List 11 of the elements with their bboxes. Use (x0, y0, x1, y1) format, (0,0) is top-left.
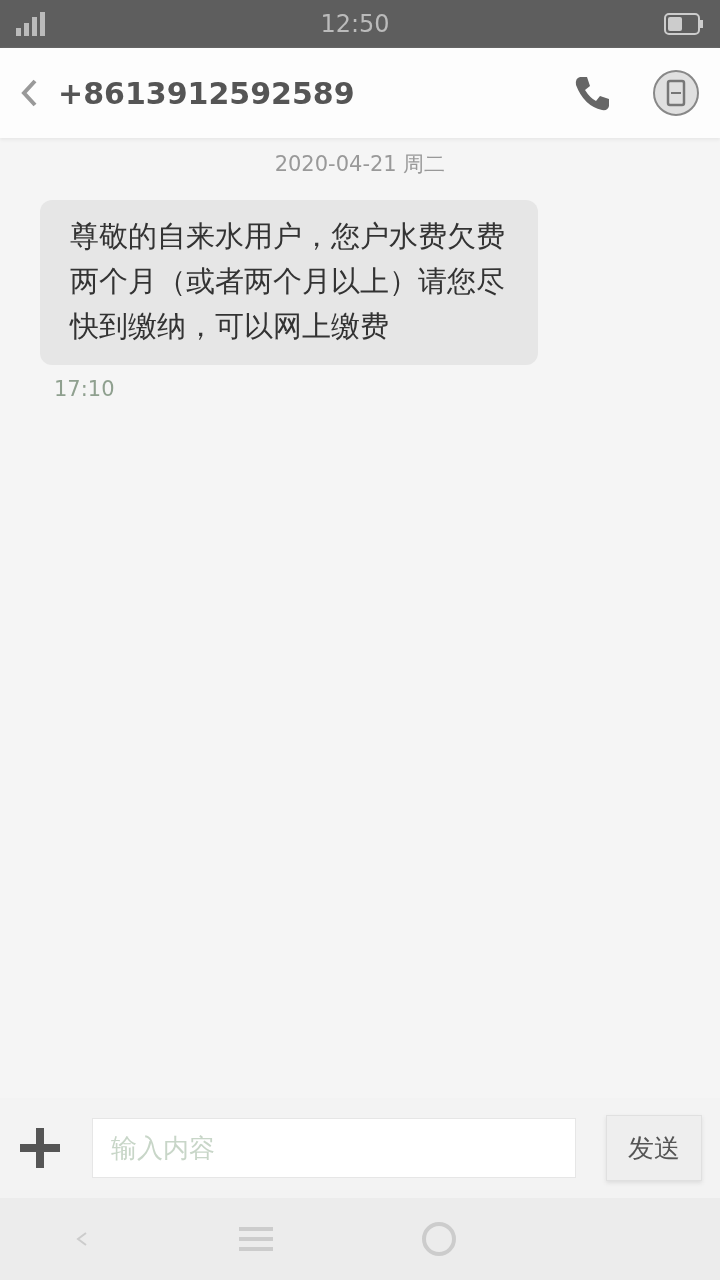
contact-number: +8613912592589 (58, 75, 355, 111)
send-button[interactable]: 发送 (606, 1115, 702, 1181)
message-time: 17:10 (54, 377, 116, 401)
status-time: 12:50 (320, 10, 390, 38)
battery-icon (664, 13, 704, 35)
add-icon[interactable] (18, 1126, 62, 1170)
message-date: 2020-04-21 周二 (273, 151, 447, 178)
signal-icon (16, 12, 46, 36)
message-bubble: 尊敬的自来水用户，您户水费欠费两个月（或者两个月以上）请您尽快到缴纳，可以网上缴费 (40, 200, 538, 365)
back-icon[interactable] (20, 78, 38, 108)
contact-icon[interactable] (652, 69, 700, 117)
